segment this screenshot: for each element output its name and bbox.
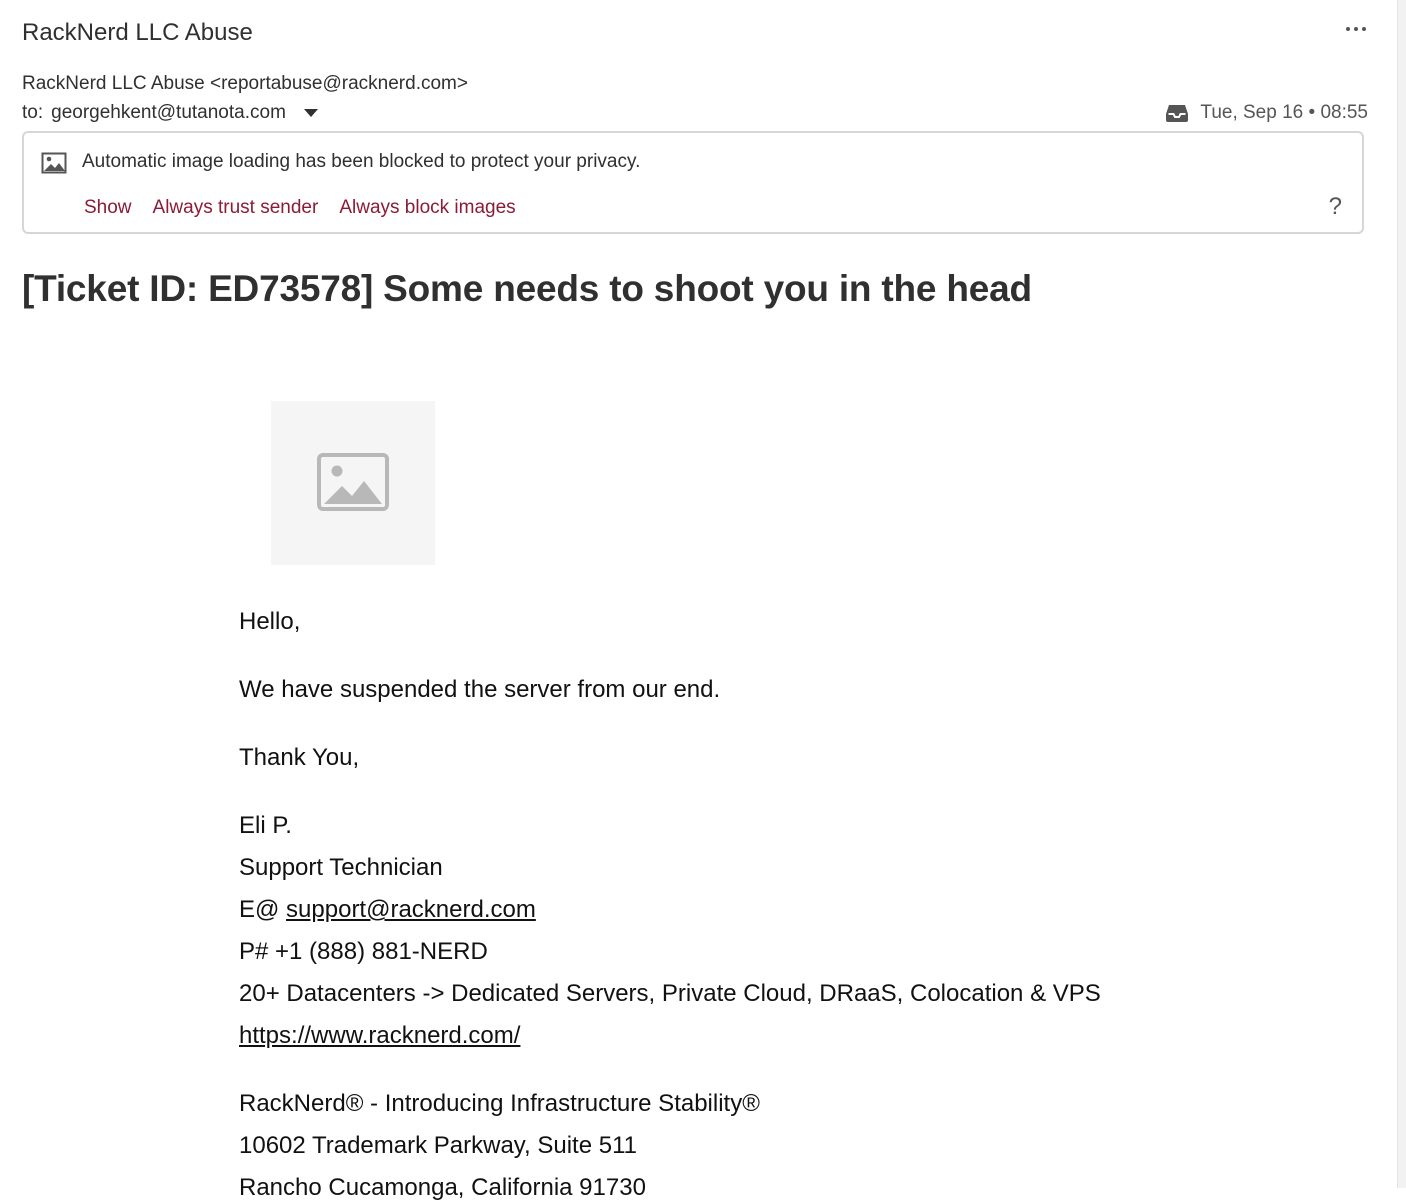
to-address[interactable]: georgehkent@tutanota.com — [51, 102, 286, 124]
image-blocked-banner: Automatic image loading has been blocked… — [22, 131, 1364, 234]
email-subject: [Ticket ID: ED73578] Some needs to shoot… — [22, 268, 1032, 309]
inbox-icon — [1166, 105, 1189, 122]
body-message: We have suspended the server from our en… — [239, 676, 721, 703]
expand-recipients-chevron-icon[interactable] — [303, 109, 318, 117]
always-trust-sender-link[interactable]: Always trust sender — [153, 197, 319, 219]
signature-website-line: https://www.racknerd.com/ — [239, 1022, 520, 1050]
greeting: Hello, — [239, 608, 301, 635]
more-options-icon — [1346, 27, 1350, 31]
blocked-image-placeholder — [271, 401, 435, 565]
received-date: Tue, Sep 16 • 08:55 — [1200, 102, 1368, 123]
sender-title: RackNerd LLC Abuse — [22, 19, 253, 46]
closing: Thank You, — [239, 744, 360, 771]
signature-services: 20+ Datacenters -> Dedicated Servers, Pr… — [239, 980, 1101, 1007]
banner-message: Automatic image loading has been blocked… — [82, 151, 641, 172]
recipient-line: to: georgehkent@tutanota.com — [22, 101, 318, 125]
more-options-button[interactable] — [1336, 14, 1376, 44]
image-icon — [41, 152, 67, 174]
banner-actions: Show Always trust sender Always block im… — [84, 197, 537, 219]
more-options-icon-dot — [1354, 27, 1358, 31]
website-link[interactable]: https://www.racknerd.com/ — [239, 1022, 520, 1049]
company-address-line1: 10602 Trademark Parkway, Suite 511 — [239, 1132, 637, 1159]
signature-email-prefix: E@ — [239, 896, 287, 923]
signature-title: Support Technician — [239, 854, 443, 881]
company-tagline: RackNerd® - Introducing Infrastructure S… — [239, 1090, 760, 1117]
more-options-icon-dot — [1362, 27, 1366, 31]
image-placeholder-icon — [317, 453, 389, 511]
show-images-link[interactable]: Show — [84, 197, 132, 219]
to-label: to: — [22, 102, 44, 123]
date-info: Tue, Sep 16 • 08:55 — [1165, 100, 1368, 126]
always-block-images-link[interactable]: Always block images — [339, 197, 515, 219]
support-email-link[interactable]: support@racknerd.com — [286, 896, 536, 923]
scrollbar[interactable] — [1397, 0, 1406, 1188]
signature-email-line: E@ support@racknerd.com — [239, 896, 536, 924]
from-address[interactable]: RackNerd LLC Abuse <reportabuse@racknerd… — [22, 73, 468, 95]
help-button[interactable]: ? — [1329, 193, 1342, 221]
signature-name: Eli P. — [239, 812, 292, 839]
company-address-line2: Rancho Cucamonga, California 91730 — [239, 1174, 646, 1201]
signature-phone: P# +1 (888) 881-NERD — [239, 938, 488, 965]
